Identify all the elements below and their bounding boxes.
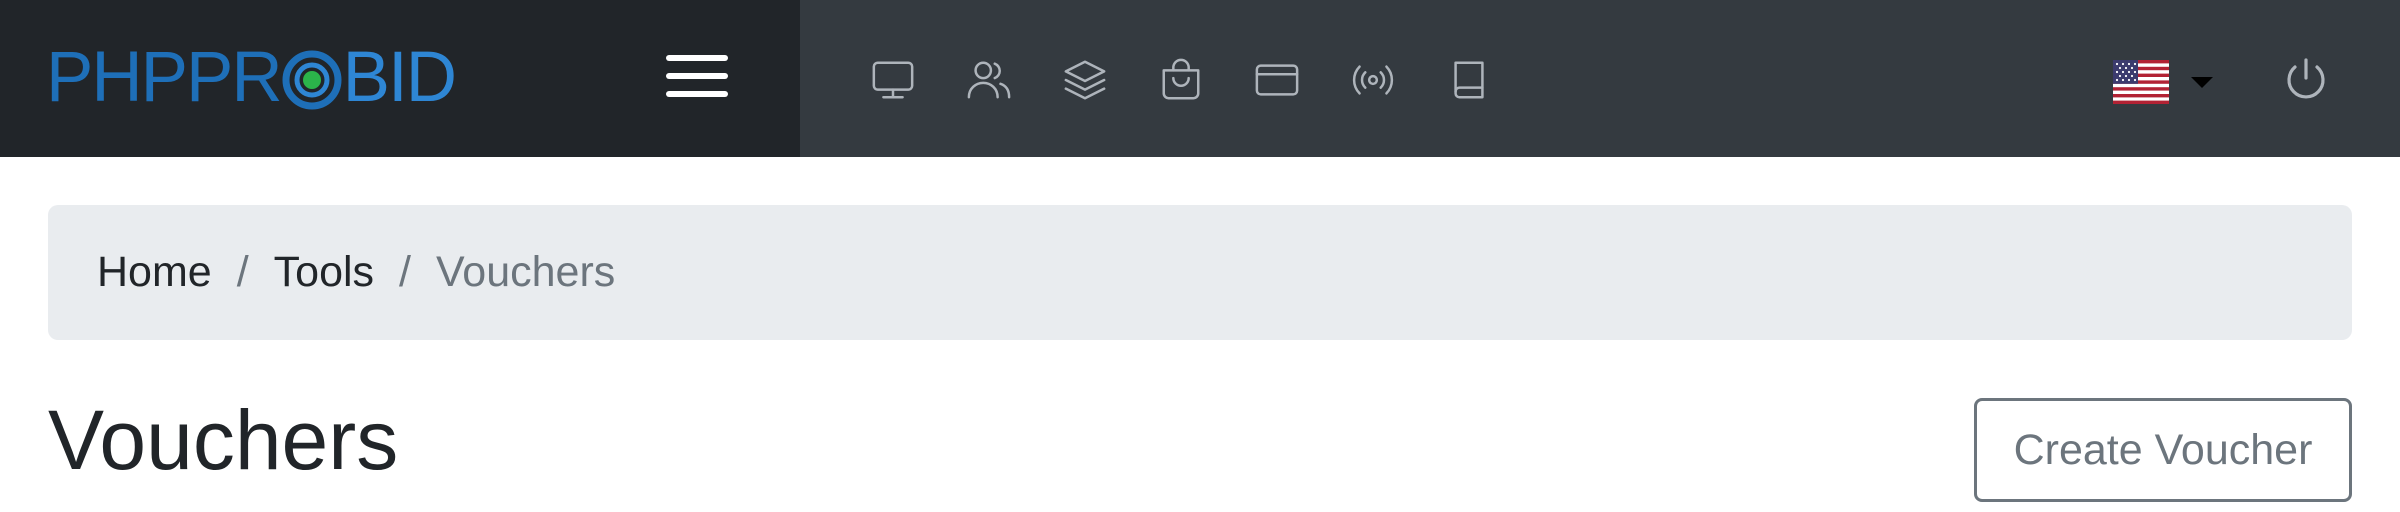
breadcrumb-current: Vouchers bbox=[436, 248, 616, 296]
breadcrumb-tools[interactable]: Tools bbox=[274, 248, 374, 297]
nav-icon-bar bbox=[869, 56, 1541, 104]
credit-card-icon[interactable] bbox=[1253, 56, 1301, 104]
logo[interactable]: PHPPR BID bbox=[46, 38, 457, 117]
shopping-bag-icon[interactable] bbox=[1157, 56, 1205, 104]
hamburger-icon[interactable] bbox=[666, 52, 728, 100]
top-navbar: PHPPR BID bbox=[0, 0, 2400, 157]
language-selector[interactable] bbox=[2113, 59, 2213, 105]
page-title: Vouchers bbox=[48, 393, 399, 487]
monitor-icon[interactable] bbox=[869, 56, 917, 104]
us-flag-icon bbox=[2113, 60, 2169, 104]
broadcast-icon[interactable] bbox=[1349, 56, 1397, 104]
logo-text-left: PHPPR bbox=[46, 38, 283, 117]
book-icon[interactable] bbox=[1445, 56, 1493, 104]
layers-icon[interactable] bbox=[1061, 56, 1109, 104]
breadcrumb-home[interactable]: Home bbox=[97, 248, 212, 297]
logo-target-icon bbox=[282, 50, 342, 110]
power-icon[interactable] bbox=[2283, 56, 2329, 106]
breadcrumb-separator: / bbox=[399, 248, 411, 296]
caret-down-icon bbox=[2191, 76, 2213, 88]
create-voucher-button[interactable]: Create Voucher bbox=[1974, 398, 2352, 502]
breadcrumb-separator: / bbox=[236, 248, 249, 296]
brand-area: PHPPR BID bbox=[0, 0, 800, 157]
logo-text-right: BID bbox=[342, 38, 457, 117]
breadcrumb: Home / Tools / Vouchers bbox=[48, 205, 2352, 340]
users-icon[interactable] bbox=[965, 56, 1013, 104]
